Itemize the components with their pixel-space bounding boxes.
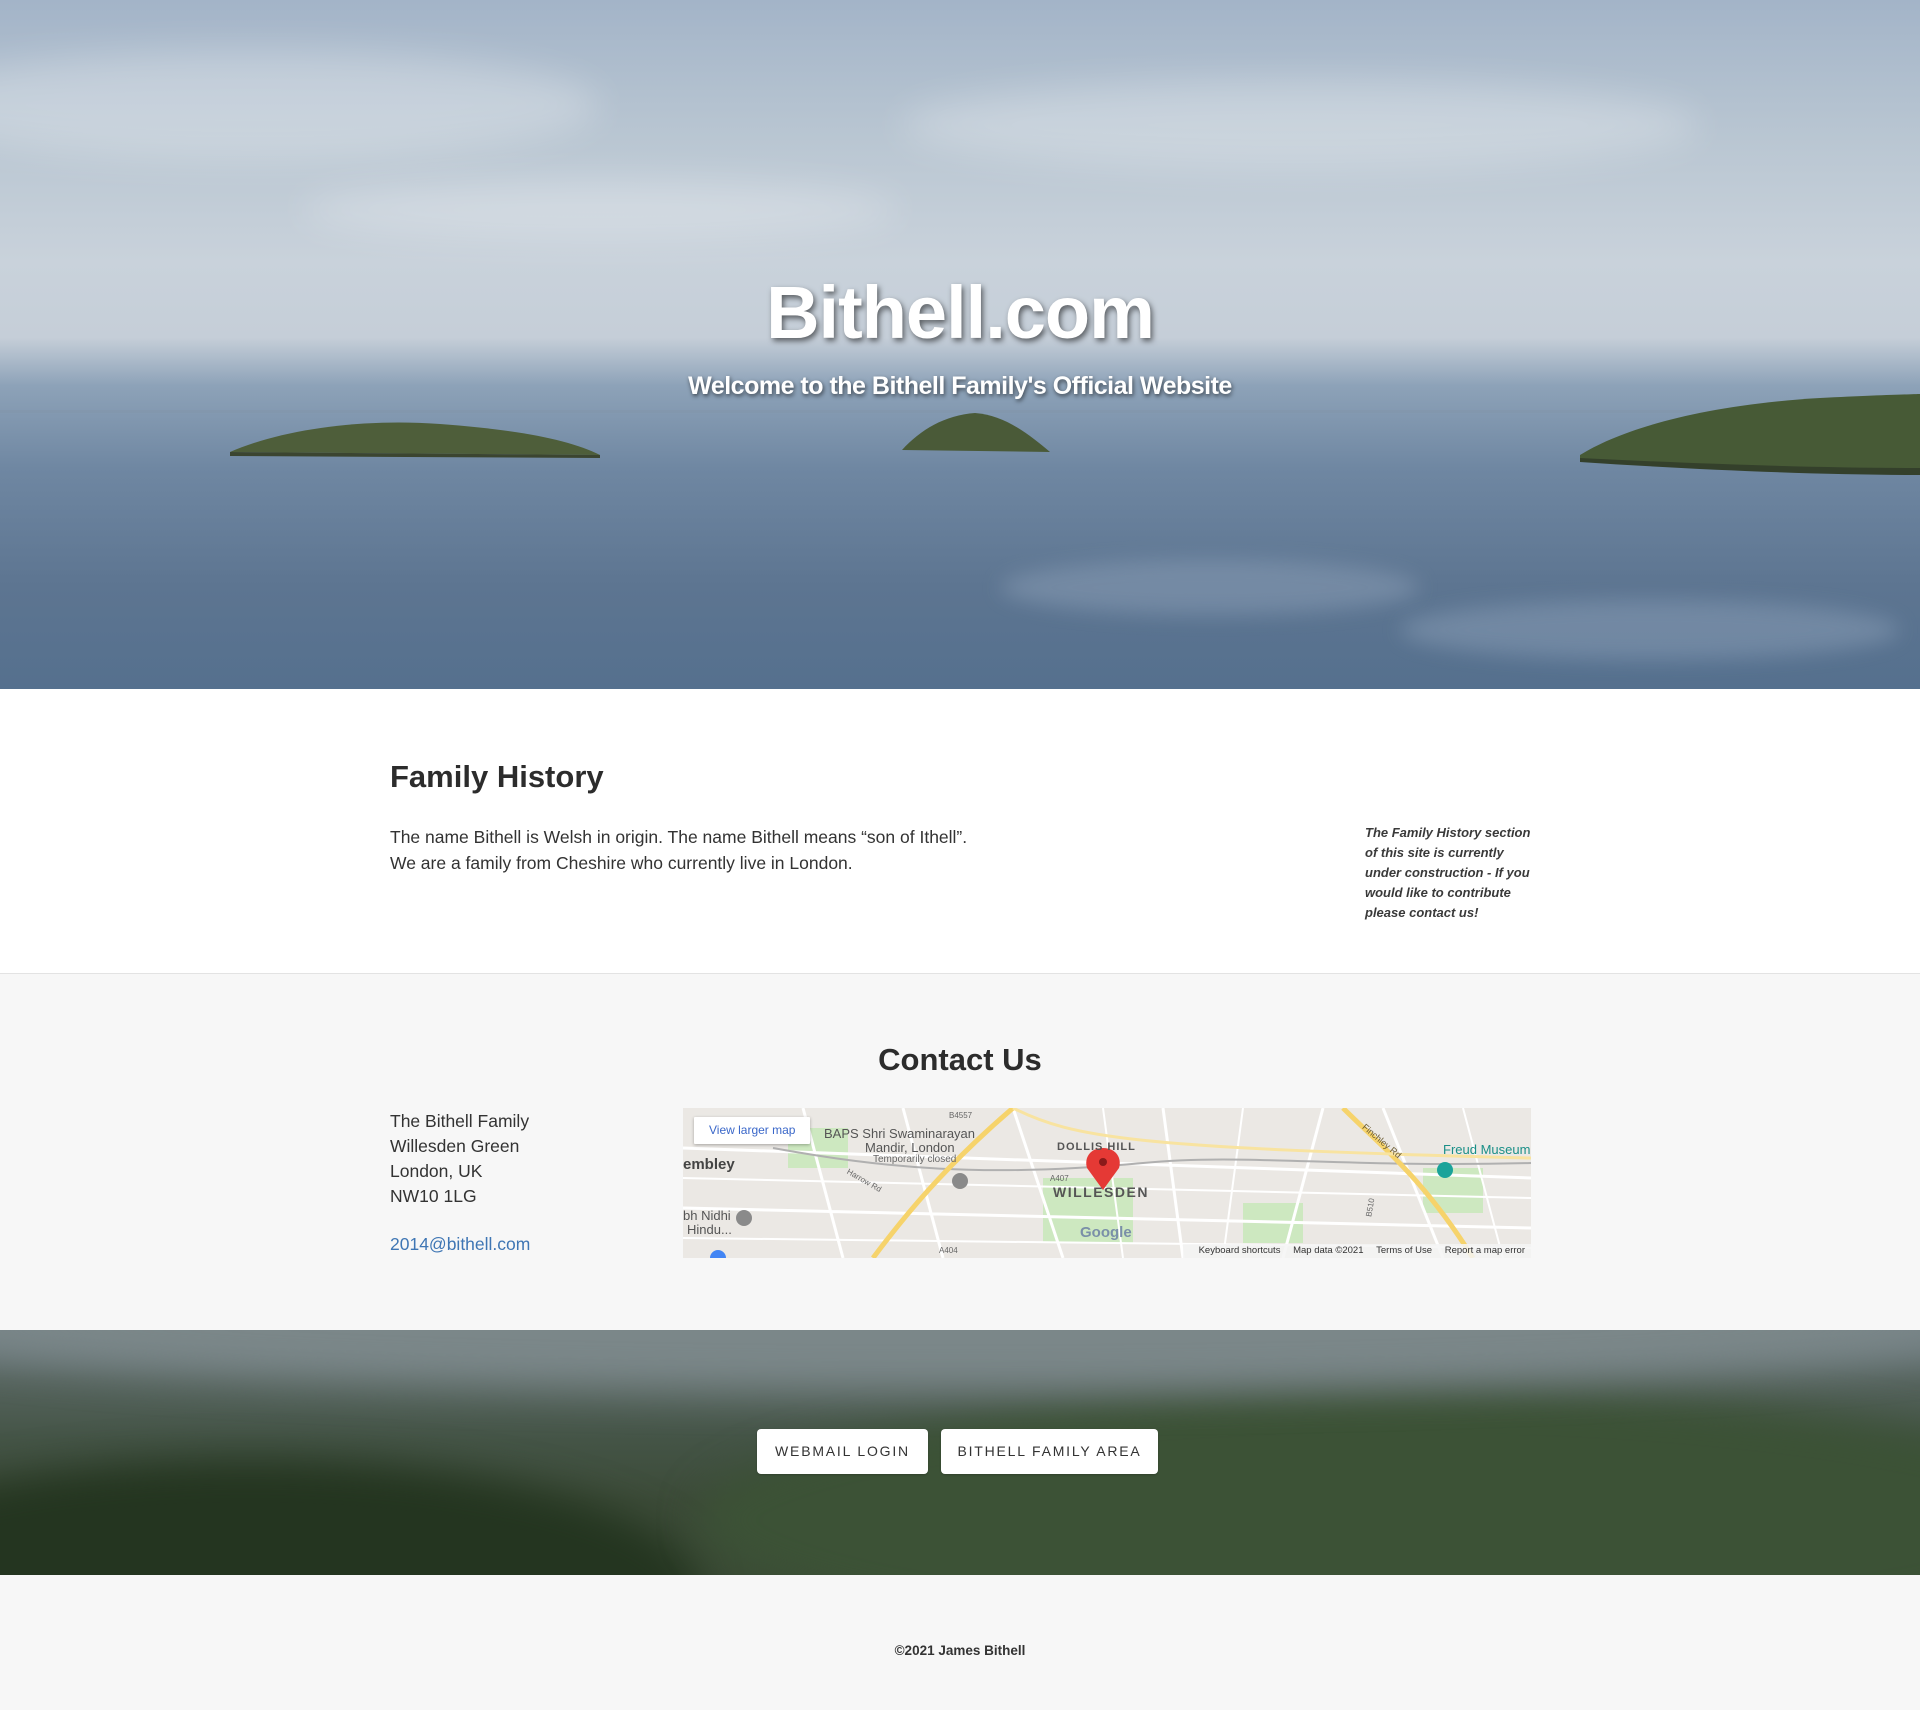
- map-attribution-bar: Keyboard shortcuts Map data ©2021 Terms …: [1182, 1244, 1531, 1258]
- map-report-error-link[interactable]: Report a map error: [1445, 1245, 1525, 1256]
- hero-water-shimmer: [1400, 600, 1900, 660]
- band-hill-shape: [0, 1460, 700, 1575]
- address-line: Willesden Green: [390, 1136, 520, 1156]
- site-subtitle: Welcome to the Bithell Family's Official…: [688, 372, 1232, 400]
- map-label-dollis-hill: DOLLIS HILL: [1057, 1141, 1136, 1153]
- family-history-heading: Family History: [390, 759, 604, 794]
- hero-water-shimmer: [1000, 560, 1420, 615]
- address-line: The Bithell Family: [390, 1111, 530, 1131]
- map-label-baps: BAPS Shri Swaminarayan: [824, 1126, 976, 1141]
- copyright-text: ©2021 James Bithell: [894, 1643, 1026, 1658]
- museum-marker-icon: [1437, 1162, 1453, 1178]
- map-label-a404: A404: [939, 1246, 958, 1255]
- webmail-login-button[interactable]: WEBMAIL LOGIN: [757, 1429, 928, 1474]
- map-label-wembley: embley: [683, 1156, 735, 1173]
- postal-address: The Bithell Family Willesden Green Londo…: [390, 1109, 529, 1209]
- view-larger-map-button[interactable]: View larger map: [694, 1117, 811, 1144]
- email-link[interactable]: 2014@bithell.com: [390, 1234, 530, 1255]
- map-keyboard-shortcuts-link[interactable]: Keyboard shortcuts: [1199, 1245, 1281, 1256]
- place-marker-icon: [710, 1250, 726, 1258]
- map-terms-link[interactable]: Terms of Use: [1376, 1245, 1432, 1256]
- map-label-freud: Freud Museum L: [1443, 1142, 1531, 1157]
- map-pin-dot: [1099, 1158, 1107, 1166]
- hero-section: Bithell.com Welcome to the Bithell Famil…: [0, 0, 1920, 689]
- map-label-nidhi: bh Nidhi: [683, 1208, 731, 1223]
- family-history-section: Family History The name Bithell is Welsh…: [0, 689, 1920, 974]
- map-data-credit: Map data ©2021: [1293, 1245, 1364, 1256]
- contact-section: Contact Us The Bithell Family Willesden …: [0, 974, 1920, 1330]
- map-label-willesden: WILLESDEN: [1053, 1184, 1149, 1200]
- contact-heading: Contact Us: [878, 1042, 1042, 1077]
- family-history-line: The name Bithell is Welsh in origin. The…: [390, 827, 968, 847]
- map-label-temp-closed: Temporarily closed: [873, 1154, 957, 1165]
- site-title: Bithell.com: [766, 271, 1155, 354]
- map-label-a407: A407: [1050, 1174, 1069, 1183]
- family-history-text: The name Bithell is Welsh in origin. The…: [390, 824, 1290, 876]
- google-logo: Google: [1080, 1224, 1132, 1241]
- address-line: NW10 1LG: [390, 1186, 477, 1206]
- map-label-nidhi-2: Hindu...: [687, 1222, 732, 1237]
- map-label-b4557: B4557: [949, 1111, 973, 1120]
- map-label-mandir: Mandir, London: [865, 1140, 955, 1155]
- island-left: [230, 422, 600, 455]
- address-line: London, UK: [390, 1161, 483, 1181]
- page-footer: ©2021 James Bithell: [0, 1575, 1920, 1710]
- headland-right: [1580, 394, 1920, 470]
- construction-note: The Family History section of this site …: [1365, 825, 1531, 920]
- links-band: WEBMAIL LOGIN BITHELL FAMILY AREA: [0, 1330, 1920, 1575]
- family-history-line: We are a family from Cheshire who curren…: [390, 853, 853, 873]
- embedded-map[interactable]: View larger map BAPS Shri Swaminarayan M…: [683, 1108, 1531, 1258]
- band-hill-shape: [700, 1390, 1920, 1575]
- temple-marker-icon: [952, 1173, 968, 1189]
- temple-marker-icon: [736, 1210, 752, 1226]
- band-sky-haze: [0, 1330, 1920, 1390]
- island-center: [902, 413, 1050, 452]
- family-area-button[interactable]: BITHELL FAMILY AREA: [941, 1429, 1158, 1474]
